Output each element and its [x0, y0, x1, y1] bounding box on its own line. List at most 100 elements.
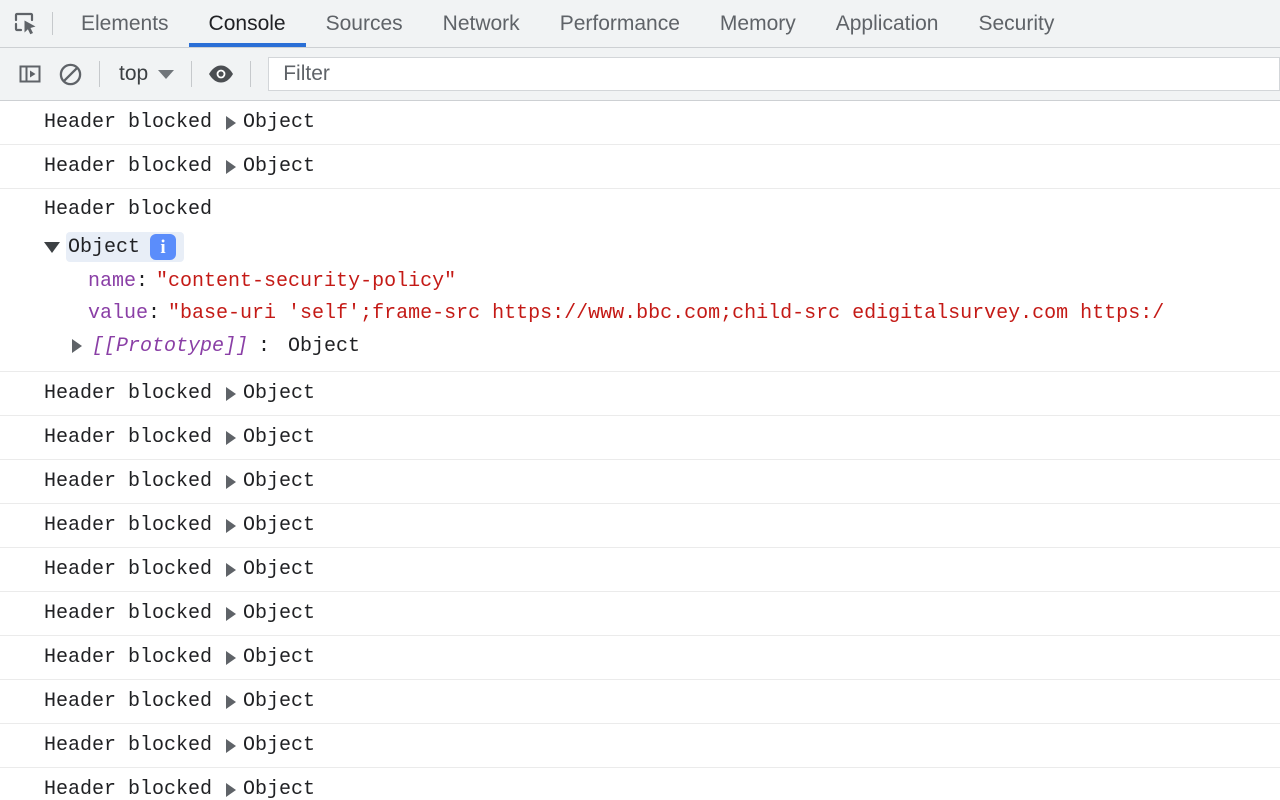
message-text: Header blocked [0, 189, 1280, 229]
inspect-cursor-icon [13, 11, 39, 37]
tab-memory[interactable]: Memory [700, 0, 816, 47]
console-message-row[interactable]: Header blocked Object [0, 680, 1280, 724]
triangle-down-icon[interactable] [44, 242, 60, 253]
toolbar-divider-3 [250, 61, 251, 87]
message-text: Header blocked [44, 646, 212, 669]
tab-security[interactable]: Security [958, 0, 1074, 47]
console-message-row[interactable]: Header blocked Object [0, 504, 1280, 548]
object-preview-toggle[interactable]: Object [226, 382, 315, 405]
object-expanded-header[interactable]: Object i [0, 229, 1280, 265]
property-value: "content-security-policy" [156, 270, 456, 293]
message-text: Header blocked [44, 426, 212, 449]
message-text: Header blocked [44, 382, 212, 405]
object-preview-toggle[interactable]: Object [226, 778, 315, 800]
console-message-row-expanded[interactable]: Header blocked Object i name : "content-… [0, 189, 1280, 372]
object-label: Object [243, 734, 315, 757]
object-preview-toggle[interactable]: Object [226, 470, 315, 493]
property-key: name [88, 270, 136, 293]
object-chip[interactable]: Object i [66, 232, 184, 262]
triangle-right-icon [226, 431, 236, 445]
console-message-row[interactable]: Header blocked Object [0, 636, 1280, 680]
triangle-right-icon [226, 519, 236, 533]
console-message-row[interactable]: Header blocked Object [0, 372, 1280, 416]
clear-console-icon [58, 62, 83, 87]
console-message-row[interactable]: Header blocked Object [0, 548, 1280, 592]
triangle-right-icon [226, 475, 236, 489]
triangle-right-icon[interactable] [72, 339, 82, 353]
tab-performance[interactable]: Performance [540, 0, 700, 47]
live-expression-button[interactable] [201, 54, 241, 94]
message-text: Header blocked [44, 111, 212, 134]
triangle-right-icon [226, 783, 236, 797]
console-message-list[interactable]: Header blocked Object Header blocked Obj… [0, 101, 1280, 800]
console-message-row[interactable]: Header blocked Object [0, 592, 1280, 636]
property-colon: : [136, 270, 148, 293]
triangle-right-icon [226, 116, 236, 130]
object-property-row[interactable]: name : "content-security-policy" [0, 265, 1280, 297]
toolbar-divider-1 [99, 61, 100, 87]
object-preview-toggle[interactable]: Object [226, 514, 315, 537]
inspect-element-button[interactable] [0, 0, 52, 47]
tab-sources[interactable]: Sources [306, 0, 423, 47]
triangle-right-icon [226, 387, 236, 401]
object-property-row[interactable]: value : "base-uri 'self';frame-src https… [0, 297, 1280, 329]
clear-console-button[interactable] [50, 54, 90, 94]
object-label: Object [243, 470, 315, 493]
info-badge[interactable]: i [150, 234, 176, 260]
tab-console[interactable]: Console [189, 0, 306, 47]
prototype-value: Object [288, 335, 360, 358]
property-value: "base-uri 'self';frame-src https://www.b… [168, 302, 1164, 325]
object-preview-toggle[interactable]: Object [226, 602, 315, 625]
object-preview-toggle[interactable]: Object [226, 426, 315, 449]
tab-application[interactable]: Application [816, 0, 959, 47]
console-message-row[interactable]: Header blocked Object [0, 416, 1280, 460]
console-message-row[interactable]: Header blocked Object [0, 145, 1280, 189]
message-text: Header blocked [44, 558, 212, 581]
property-key: value [88, 302, 148, 325]
console-toolbar: top [0, 48, 1280, 101]
tab-network[interactable]: Network [423, 0, 540, 47]
object-label: Object [243, 155, 315, 178]
console-message-row[interactable]: Header blocked Object [0, 724, 1280, 768]
triangle-right-icon [226, 695, 236, 709]
object-label: Object [243, 382, 315, 405]
object-label: Object [243, 426, 315, 449]
execution-context-label: top [119, 62, 148, 86]
execution-context-selector[interactable]: top [109, 57, 182, 91]
object-label: Object [243, 646, 315, 669]
object-label: Object [243, 602, 315, 625]
triangle-right-icon [226, 651, 236, 665]
triangle-right-icon [226, 607, 236, 621]
chevron-down-icon [158, 70, 174, 79]
object-prototype-row[interactable]: [[Prototype]] : Object [0, 329, 1280, 363]
message-text: Header blocked [44, 155, 212, 178]
console-sidebar-toggle-button[interactable] [10, 54, 50, 94]
filter-input[interactable] [281, 61, 1267, 87]
eye-icon [207, 63, 235, 85]
devtools-tabbar: Elements Console Sources Network Perform… [0, 0, 1280, 48]
console-message-row[interactable]: Header blocked Object [0, 460, 1280, 504]
devtools-window: Elements Console Sources Network Perform… [0, 0, 1280, 800]
message-text: Header blocked [44, 470, 212, 493]
message-text: Header blocked [44, 690, 212, 713]
message-text: Header blocked [44, 602, 212, 625]
triangle-right-icon [226, 563, 236, 577]
object-label: Object [243, 111, 315, 134]
object-label: Object [243, 558, 315, 581]
message-text: Header blocked [44, 778, 212, 800]
object-preview-toggle[interactable]: Object [226, 690, 315, 713]
tab-elements[interactable]: Elements [61, 0, 189, 47]
object-label: Object [243, 778, 315, 800]
triangle-right-icon [226, 160, 236, 174]
property-colon: : [148, 302, 160, 325]
object-preview-toggle[interactable]: Object [226, 646, 315, 669]
prototype-colon: : [258, 335, 270, 358]
console-message-row[interactable]: Header blocked Object [0, 101, 1280, 145]
object-label: Object [68, 236, 140, 259]
object-preview-toggle[interactable]: Object [226, 558, 315, 581]
console-message-row[interactable]: Header blocked Object [0, 768, 1280, 800]
filter-field[interactable] [268, 57, 1280, 91]
object-preview-toggle[interactable]: Object [226, 155, 315, 178]
object-preview-toggle[interactable]: Object [226, 734, 315, 757]
object-preview-toggle[interactable]: Object [226, 111, 315, 134]
